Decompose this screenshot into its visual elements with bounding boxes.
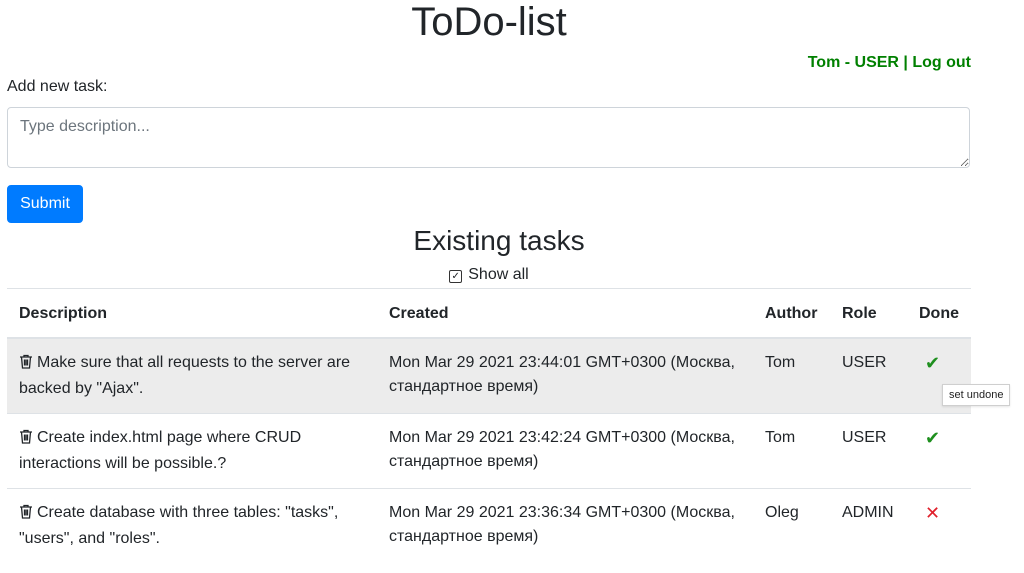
task-role: ADMIN xyxy=(830,488,907,563)
task-author: Oleg xyxy=(753,488,830,563)
task-description-cell: Make sure that all requests to the serve… xyxy=(7,337,377,414)
task-author: Tom xyxy=(753,337,830,414)
user-name[interactable]: Tom xyxy=(808,54,841,71)
check-icon[interactable]: ✔ xyxy=(919,426,940,450)
column-header-done: Done xyxy=(907,288,971,339)
user-role[interactable]: USER xyxy=(855,54,899,71)
show-all-checkbox[interactable]: ✓ xyxy=(449,270,463,283)
show-all-toggle[interactable]: ✓ Show all xyxy=(0,266,978,284)
page-title: ToDo-list xyxy=(411,0,567,44)
table-row: Create database with three tables: "task… xyxy=(7,488,971,563)
trash-icon[interactable] xyxy=(19,428,33,452)
column-header-role: Role xyxy=(830,288,907,339)
task-author: Tom xyxy=(753,413,830,489)
logout-link[interactable]: Log out xyxy=(912,54,971,71)
tasks-table: Description Created Author Role Done Mak… xyxy=(7,288,971,563)
column-header-description: Description xyxy=(7,288,377,339)
trash-icon[interactable] xyxy=(19,503,33,527)
task-description: Create index.html page where CRUD intera… xyxy=(19,429,302,472)
user-separator: - xyxy=(840,54,855,71)
task-created: Mon Mar 29 2021 23:42:24 GMT+0300 (Москв… xyxy=(377,413,753,489)
trash-icon[interactable] xyxy=(19,353,33,377)
task-created: Mon Mar 29 2021 23:44:01 GMT+0300 (Москв… xyxy=(377,337,753,414)
task-description-cell: Create database with three tables: "task… xyxy=(7,488,377,563)
table-row: Make sure that all requests to the serve… xyxy=(7,337,971,414)
user-divider: | xyxy=(898,54,913,71)
table-header-row: Description Created Author Role Done xyxy=(7,288,971,339)
task-role: USER xyxy=(830,337,907,414)
task-description: Make sure that all requests to the serve… xyxy=(19,354,351,397)
description-input[interactable] xyxy=(7,107,970,168)
check-icon[interactable]: ✔ xyxy=(919,351,940,375)
show-all-label: Show all xyxy=(468,266,529,283)
table-row: Create index.html page where CRUD intera… xyxy=(7,413,971,489)
tooltip: set undone xyxy=(942,384,1011,406)
column-header-author: Author xyxy=(753,288,830,339)
task-description: Create database with three tables: "task… xyxy=(19,504,339,547)
task-role: USER xyxy=(830,413,907,489)
task-description-cell: Create index.html page where CRUD intera… xyxy=(7,413,377,489)
user-bar: Tom - USER | Log out xyxy=(808,54,971,72)
add-task-label: Add new task: xyxy=(7,78,108,95)
task-done-cell: ✔ xyxy=(907,413,971,489)
cross-icon[interactable]: ✕ xyxy=(919,501,940,525)
task-created: Mon Mar 29 2021 23:36:34 GMT+0300 (Москв… xyxy=(377,488,753,563)
submit-button[interactable]: Submit xyxy=(7,185,83,223)
tasks-title: Existing tasks xyxy=(413,225,585,256)
column-header-created: Created xyxy=(377,288,753,339)
task-done-cell: ✕ xyxy=(907,488,971,563)
